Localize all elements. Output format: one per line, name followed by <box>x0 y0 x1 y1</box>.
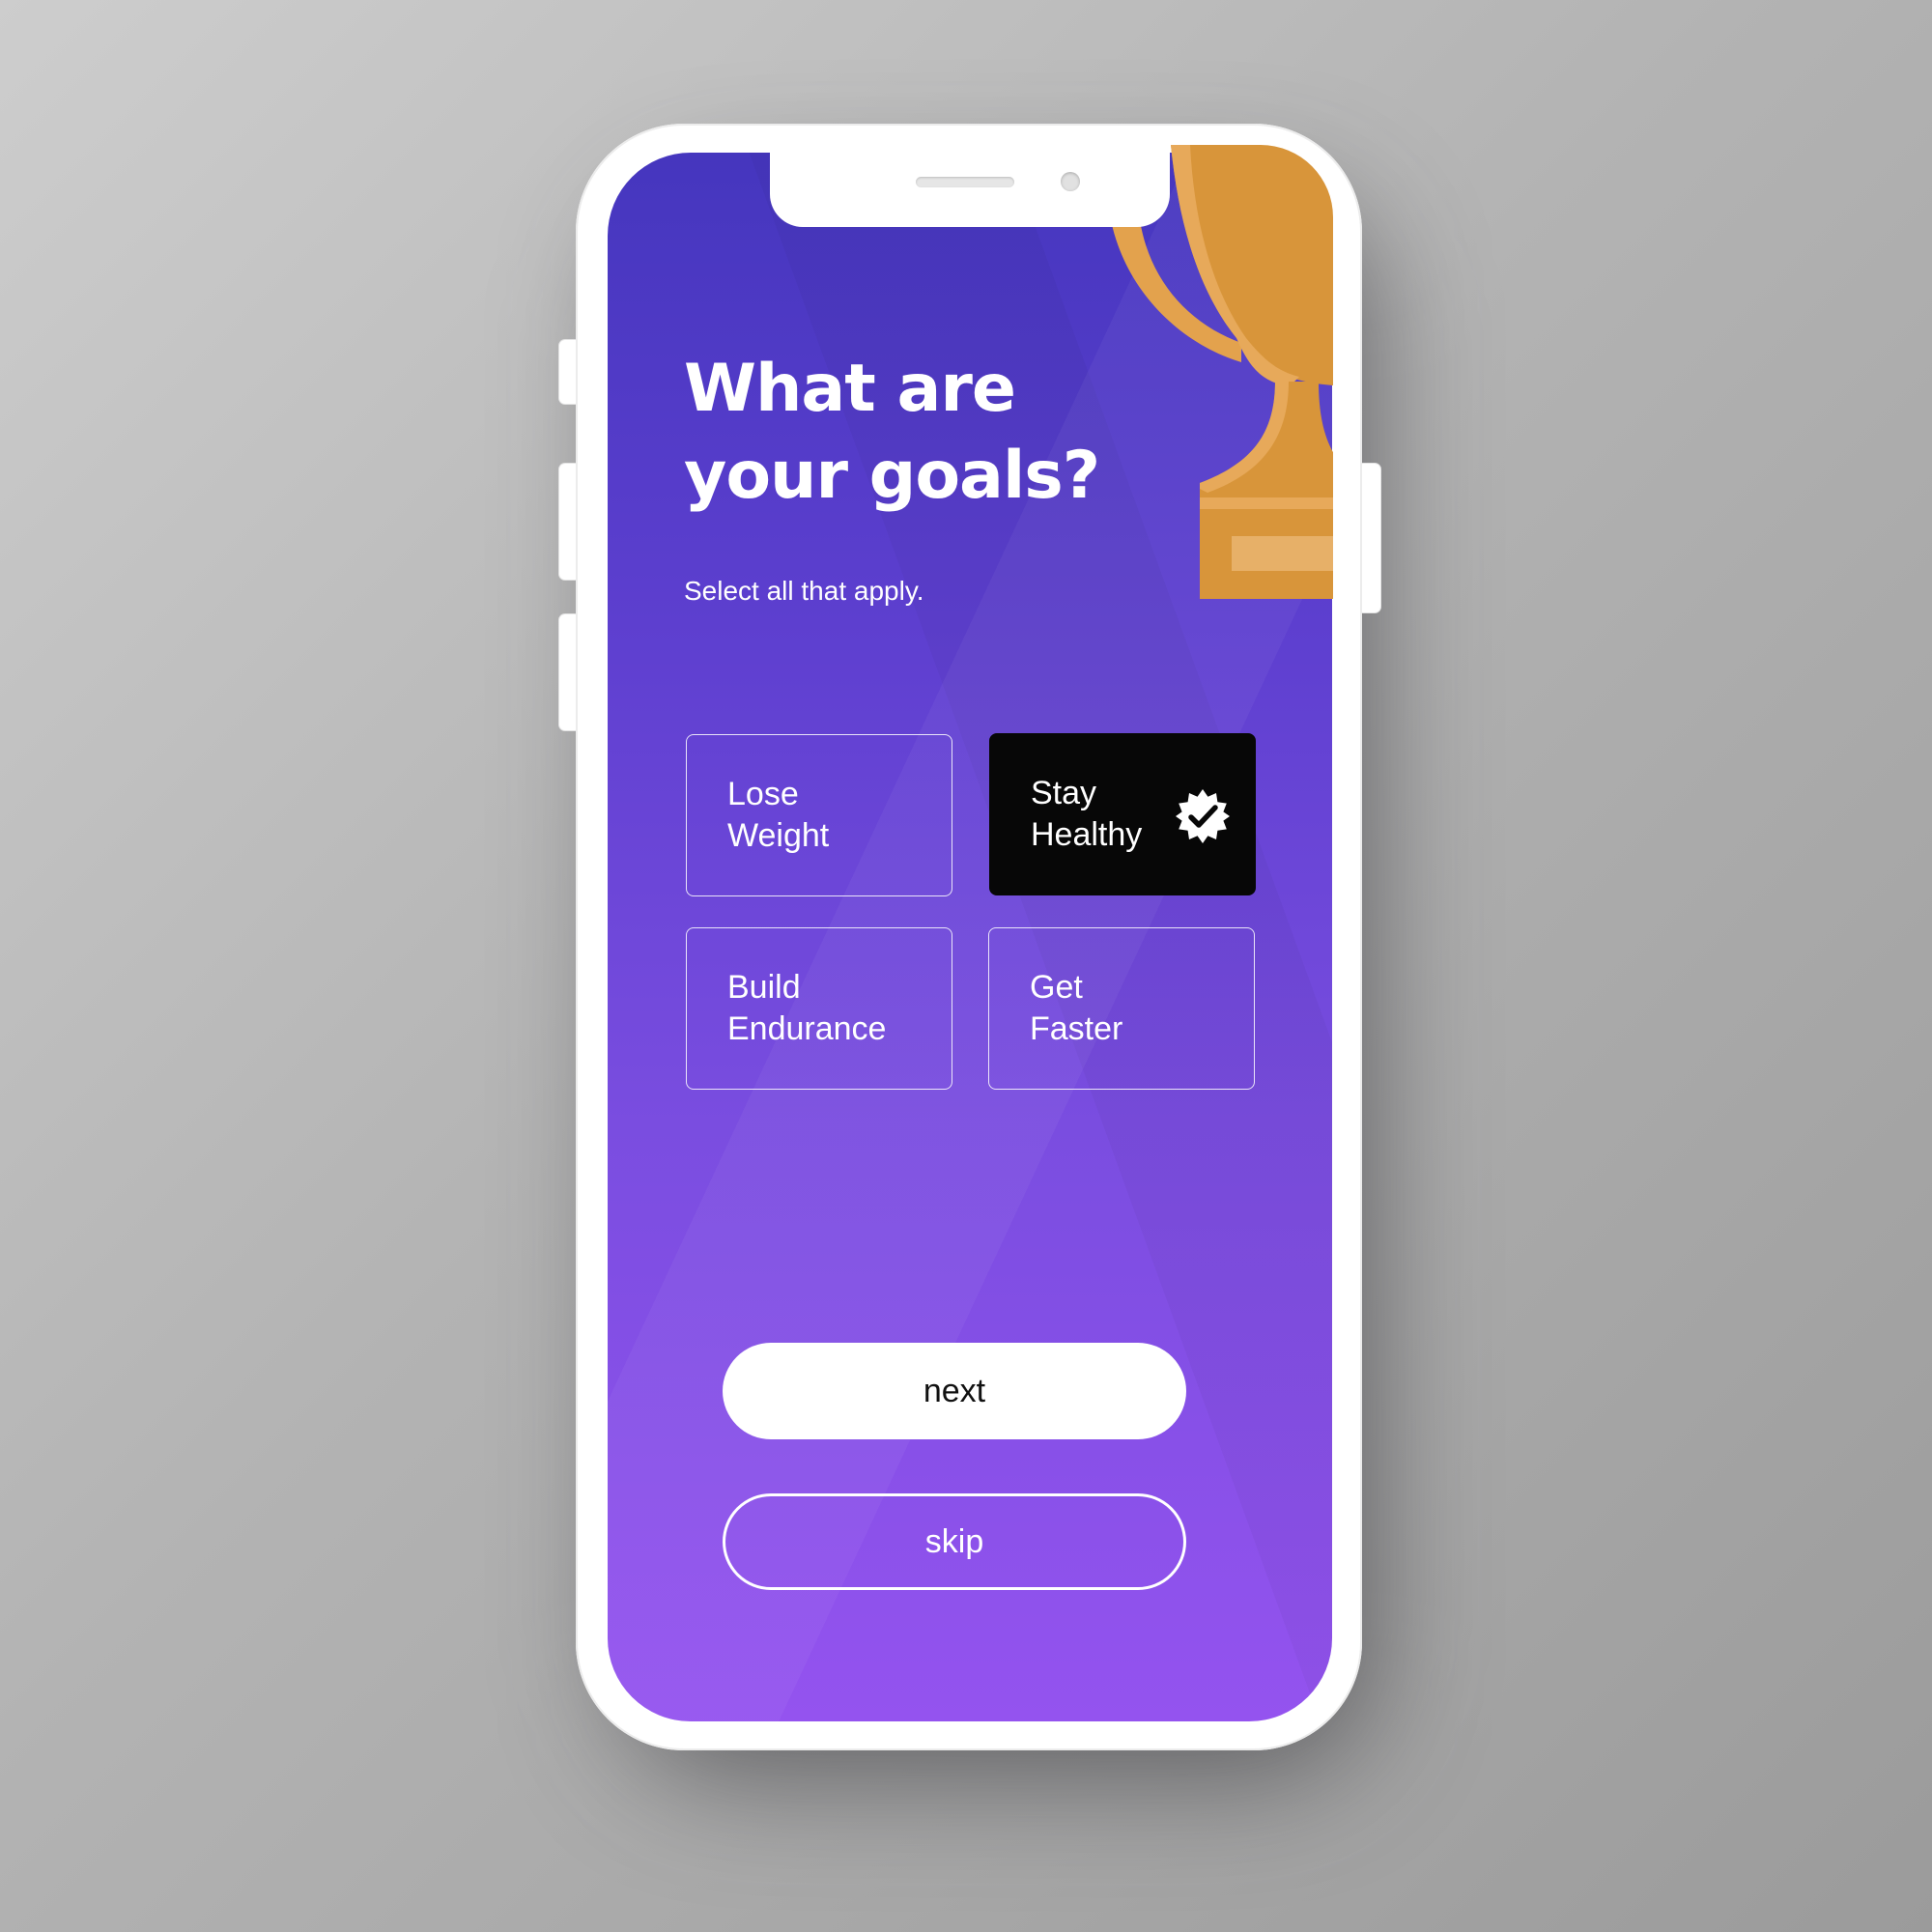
goal-label: Lose Weight <box>727 774 829 857</box>
next-button[interactable]: next <box>723 1343 1186 1439</box>
goal-label-line-2: Healthy <box>1031 816 1143 853</box>
goal-card-stay-healthy[interactable]: Stay Healthy <box>989 733 1256 895</box>
page-subtitle: Select all that apply. <box>684 576 924 606</box>
goal-label-line-1: Stay <box>1031 775 1097 811</box>
goal-label-line-2: Faster <box>1030 1010 1123 1047</box>
goal-label-line-1: Get <box>1030 969 1083 1006</box>
skip-button[interactable]: skip <box>723 1493 1186 1590</box>
front-camera <box>1061 172 1080 191</box>
goal-label-line-1: Lose <box>727 776 799 812</box>
goal-label: Build Endurance <box>727 967 886 1050</box>
title-line-2: your goals? <box>684 438 1100 514</box>
goal-label-line-2: Endurance <box>727 1010 887 1047</box>
verified-check-badge-icon <box>1176 789 1230 843</box>
goal-label: Stay Healthy <box>1031 773 1142 856</box>
earpiece-speaker <box>916 177 1014 187</box>
goal-label-line-1: Build <box>727 969 801 1006</box>
title-line-1: What are <box>684 351 1016 427</box>
notch <box>770 153 1170 227</box>
goal-label: Get Faster <box>1030 967 1122 1050</box>
goal-card-get-faster[interactable]: Get Faster <box>988 927 1255 1090</box>
goal-card-lose-weight[interactable]: Lose Weight <box>686 734 952 896</box>
goal-label-line-2: Weight <box>727 817 830 854</box>
page-title: What are your goals? <box>684 346 1167 520</box>
goal-card-build-endurance[interactable]: Build Endurance <box>686 927 952 1090</box>
